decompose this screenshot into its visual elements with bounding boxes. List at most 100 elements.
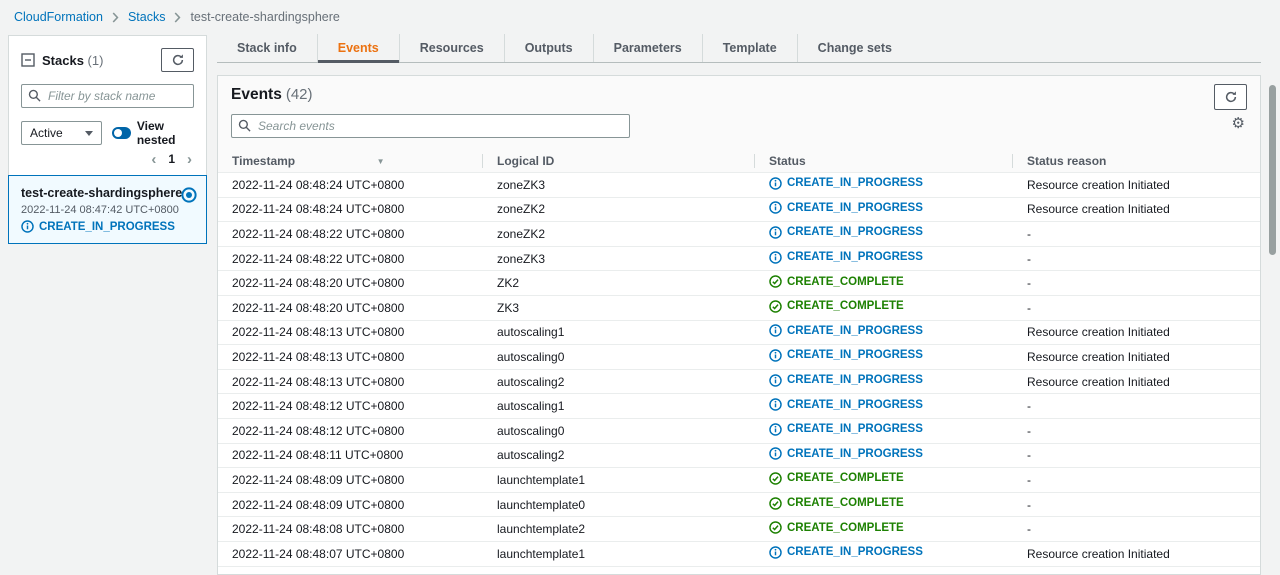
tab-template[interactable]: Template xyxy=(702,34,797,62)
breadcrumb-link-stacks[interactable]: Stacks xyxy=(128,10,166,24)
event-logical-id: zoneZK2 xyxy=(483,202,755,216)
tab-change-sets[interactable]: Change sets xyxy=(797,34,912,62)
event-timestamp: 2022-11-24 08:48:22 UTC+0800 xyxy=(218,252,483,266)
page-number[interactable]: 1 xyxy=(168,152,175,166)
refresh-stacks-button[interactable] xyxy=(161,48,194,72)
event-status-cell: CREATE_IN_PROGRESS xyxy=(755,546,1013,562)
event-logical-id: autoscaling1 xyxy=(483,399,755,413)
event-status[interactable]: CREATE_COMPLETE xyxy=(769,275,904,288)
event-logical-id: autoscaling2 xyxy=(483,448,755,462)
event-status-cell: CREATE_IN_PROGRESS xyxy=(755,324,1013,340)
table-row: 2022-11-24 08:48:22 UTC+0800zoneZK3 CREAT… xyxy=(218,247,1260,272)
event-status[interactable]: CREATE_IN_PROGRESS xyxy=(769,398,923,411)
event-logical-id: autoscaling0 xyxy=(483,350,755,364)
view-nested-toggle[interactable] xyxy=(112,127,131,139)
event-logical-id: autoscaling2 xyxy=(483,375,755,389)
stack-list-item[interactable]: test-create-shardingsphere 2022-11-24 08… xyxy=(8,175,207,244)
event-timestamp: 2022-11-24 08:48:07 UTC+0800 xyxy=(218,547,483,561)
event-status[interactable]: CREATE_COMPLETE xyxy=(769,300,904,313)
search-events-input[interactable] xyxy=(231,114,630,138)
event-status-reason: - xyxy=(1013,301,1260,315)
event-status-reason: - xyxy=(1013,498,1260,512)
info-icon xyxy=(769,423,782,436)
breadcrumb-separator-icon xyxy=(174,12,181,23)
event-status-cell: CREATE_IN_PROGRESS xyxy=(755,374,1013,390)
table-row: 2022-11-24 08:48:20 UTC+0800ZK2CREATE_CO… xyxy=(218,271,1260,296)
event-status-reason: Resource creation Initiated xyxy=(1013,325,1260,339)
event-logical-id: autoscaling1 xyxy=(483,325,755,339)
event-status-reason: Resource creation Initiated xyxy=(1013,547,1260,561)
gear-icon[interactable]: ⚙ xyxy=(1232,116,1245,131)
event-status-reason: Resource creation Initiated xyxy=(1013,350,1260,364)
event-status[interactable]: CREATE_IN_PROGRESS xyxy=(769,349,923,362)
event-logical-id: ZK3 xyxy=(483,301,755,315)
event-status-reason: Resource creation Initiated xyxy=(1013,375,1260,389)
event-status[interactable]: CREATE_IN_PROGRESS xyxy=(769,324,923,337)
stack-name: test-create-shardingsphere xyxy=(21,185,196,201)
event-status-cell: CREATE_IN_PROGRESS xyxy=(755,349,1013,365)
events-title: Events xyxy=(231,86,282,103)
event-status[interactable]: CREATE_IN_PROGRESS xyxy=(769,226,923,239)
tab-resources[interactable]: Resources xyxy=(399,34,504,62)
event-status-cell: CREATE_IN_PROGRESS xyxy=(755,447,1013,463)
event-status-cell: CREATE_COMPLETE xyxy=(755,472,1013,488)
event-status-reason: - xyxy=(1013,424,1260,438)
breadcrumb-separator-icon xyxy=(112,12,119,23)
event-timestamp: 2022-11-24 08:48:24 UTC+0800 xyxy=(218,202,483,216)
info-icon xyxy=(769,251,782,264)
event-status[interactable]: CREATE_IN_PROGRESS xyxy=(769,201,923,214)
info-icon xyxy=(769,374,782,387)
stack-status-filter-value: Active xyxy=(30,126,63,140)
vertical-scrollbar-thumb[interactable] xyxy=(1269,85,1276,255)
info-icon xyxy=(769,324,782,337)
info-icon xyxy=(769,447,782,460)
event-logical-id: launchtemplate2 xyxy=(483,522,755,536)
info-icon xyxy=(769,201,782,214)
event-status[interactable]: CREATE_IN_PROGRESS xyxy=(769,447,923,460)
event-status-reason: Resource creation Initiated xyxy=(1013,178,1260,192)
stack-status-filter-select[interactable]: Active xyxy=(21,121,102,145)
breadcrumb: CloudFormation Stacks test-create-shardi… xyxy=(14,10,340,24)
search-icon xyxy=(28,89,41,105)
event-status-cell: CREATE_COMPLETE xyxy=(755,521,1013,537)
collapse-panel-icon[interactable] xyxy=(21,53,35,67)
check-circle-icon xyxy=(769,472,782,485)
breadcrumb-link-cloudformation[interactable]: CloudFormation xyxy=(14,10,103,24)
tab-parameters[interactable]: Parameters xyxy=(593,34,702,62)
event-timestamp: 2022-11-24 08:48:09 UTC+0800 xyxy=(218,498,483,512)
event-status[interactable]: CREATE_IN_PROGRESS xyxy=(769,423,923,436)
stack-radio-selected[interactable] xyxy=(181,187,197,206)
table-row: 2022-11-24 08:48:20 UTC+0800ZK3 CREATE_CO… xyxy=(218,296,1260,321)
event-timestamp: 2022-11-24 08:48:13 UTC+0800 xyxy=(218,325,483,339)
column-header-timestamp[interactable]: Timestamp ▼ xyxy=(218,149,483,173)
previous-page-icon[interactable]: ‹ xyxy=(151,152,156,167)
stack-filter-input[interactable] xyxy=(21,84,194,108)
event-status[interactable]: CREATE_COMPLETE xyxy=(769,472,904,485)
column-header-status: Status xyxy=(755,149,1013,173)
refresh-events-button[interactable] xyxy=(1214,84,1247,110)
tab-outputs[interactable]: Outputs xyxy=(504,34,593,62)
breadcrumb-current: test-create-shardingsphere xyxy=(190,10,339,24)
event-timestamp: 2022-11-24 08:48:20 UTC+0800 xyxy=(218,301,483,315)
tab-events[interactable]: Events xyxy=(317,34,399,62)
check-circle-icon xyxy=(769,300,782,313)
event-timestamp: 2022-11-24 08:48:24 UTC+0800 xyxy=(218,178,483,192)
next-page-icon[interactable]: › xyxy=(187,152,192,167)
event-logical-id: zoneZK3 xyxy=(483,178,755,192)
refresh-icon xyxy=(171,53,185,67)
event-logical-id: launchtemplate1 xyxy=(483,473,755,487)
tab-stack-info[interactable]: Stack info xyxy=(217,34,317,62)
event-status[interactable]: CREATE_IN_PROGRESS xyxy=(769,177,923,190)
event-timestamp: 2022-11-24 08:48:13 UTC+0800 xyxy=(218,375,483,389)
events-count: (42) xyxy=(286,86,313,103)
event-timestamp: 2022-11-24 08:48:20 UTC+0800 xyxy=(218,276,483,290)
search-icon xyxy=(238,119,251,135)
event-status[interactable]: CREATE_IN_PROGRESS xyxy=(769,251,923,264)
event-logical-id: zoneZK3 xyxy=(483,252,755,266)
events-panel: Events(42) ⚙ Timestamp ▼ Logical ID Stat… xyxy=(217,75,1261,575)
event-status[interactable]: CREATE_IN_PROGRESS xyxy=(769,374,923,387)
event-timestamp: 2022-11-24 08:48:12 UTC+0800 xyxy=(218,399,483,413)
event-status[interactable]: CREATE_COMPLETE xyxy=(769,521,904,534)
event-status[interactable]: CREATE_COMPLETE xyxy=(769,497,904,510)
table-row: 2022-11-24 08:48:24 UTC+0800zoneZK2 CREAT… xyxy=(218,198,1260,223)
